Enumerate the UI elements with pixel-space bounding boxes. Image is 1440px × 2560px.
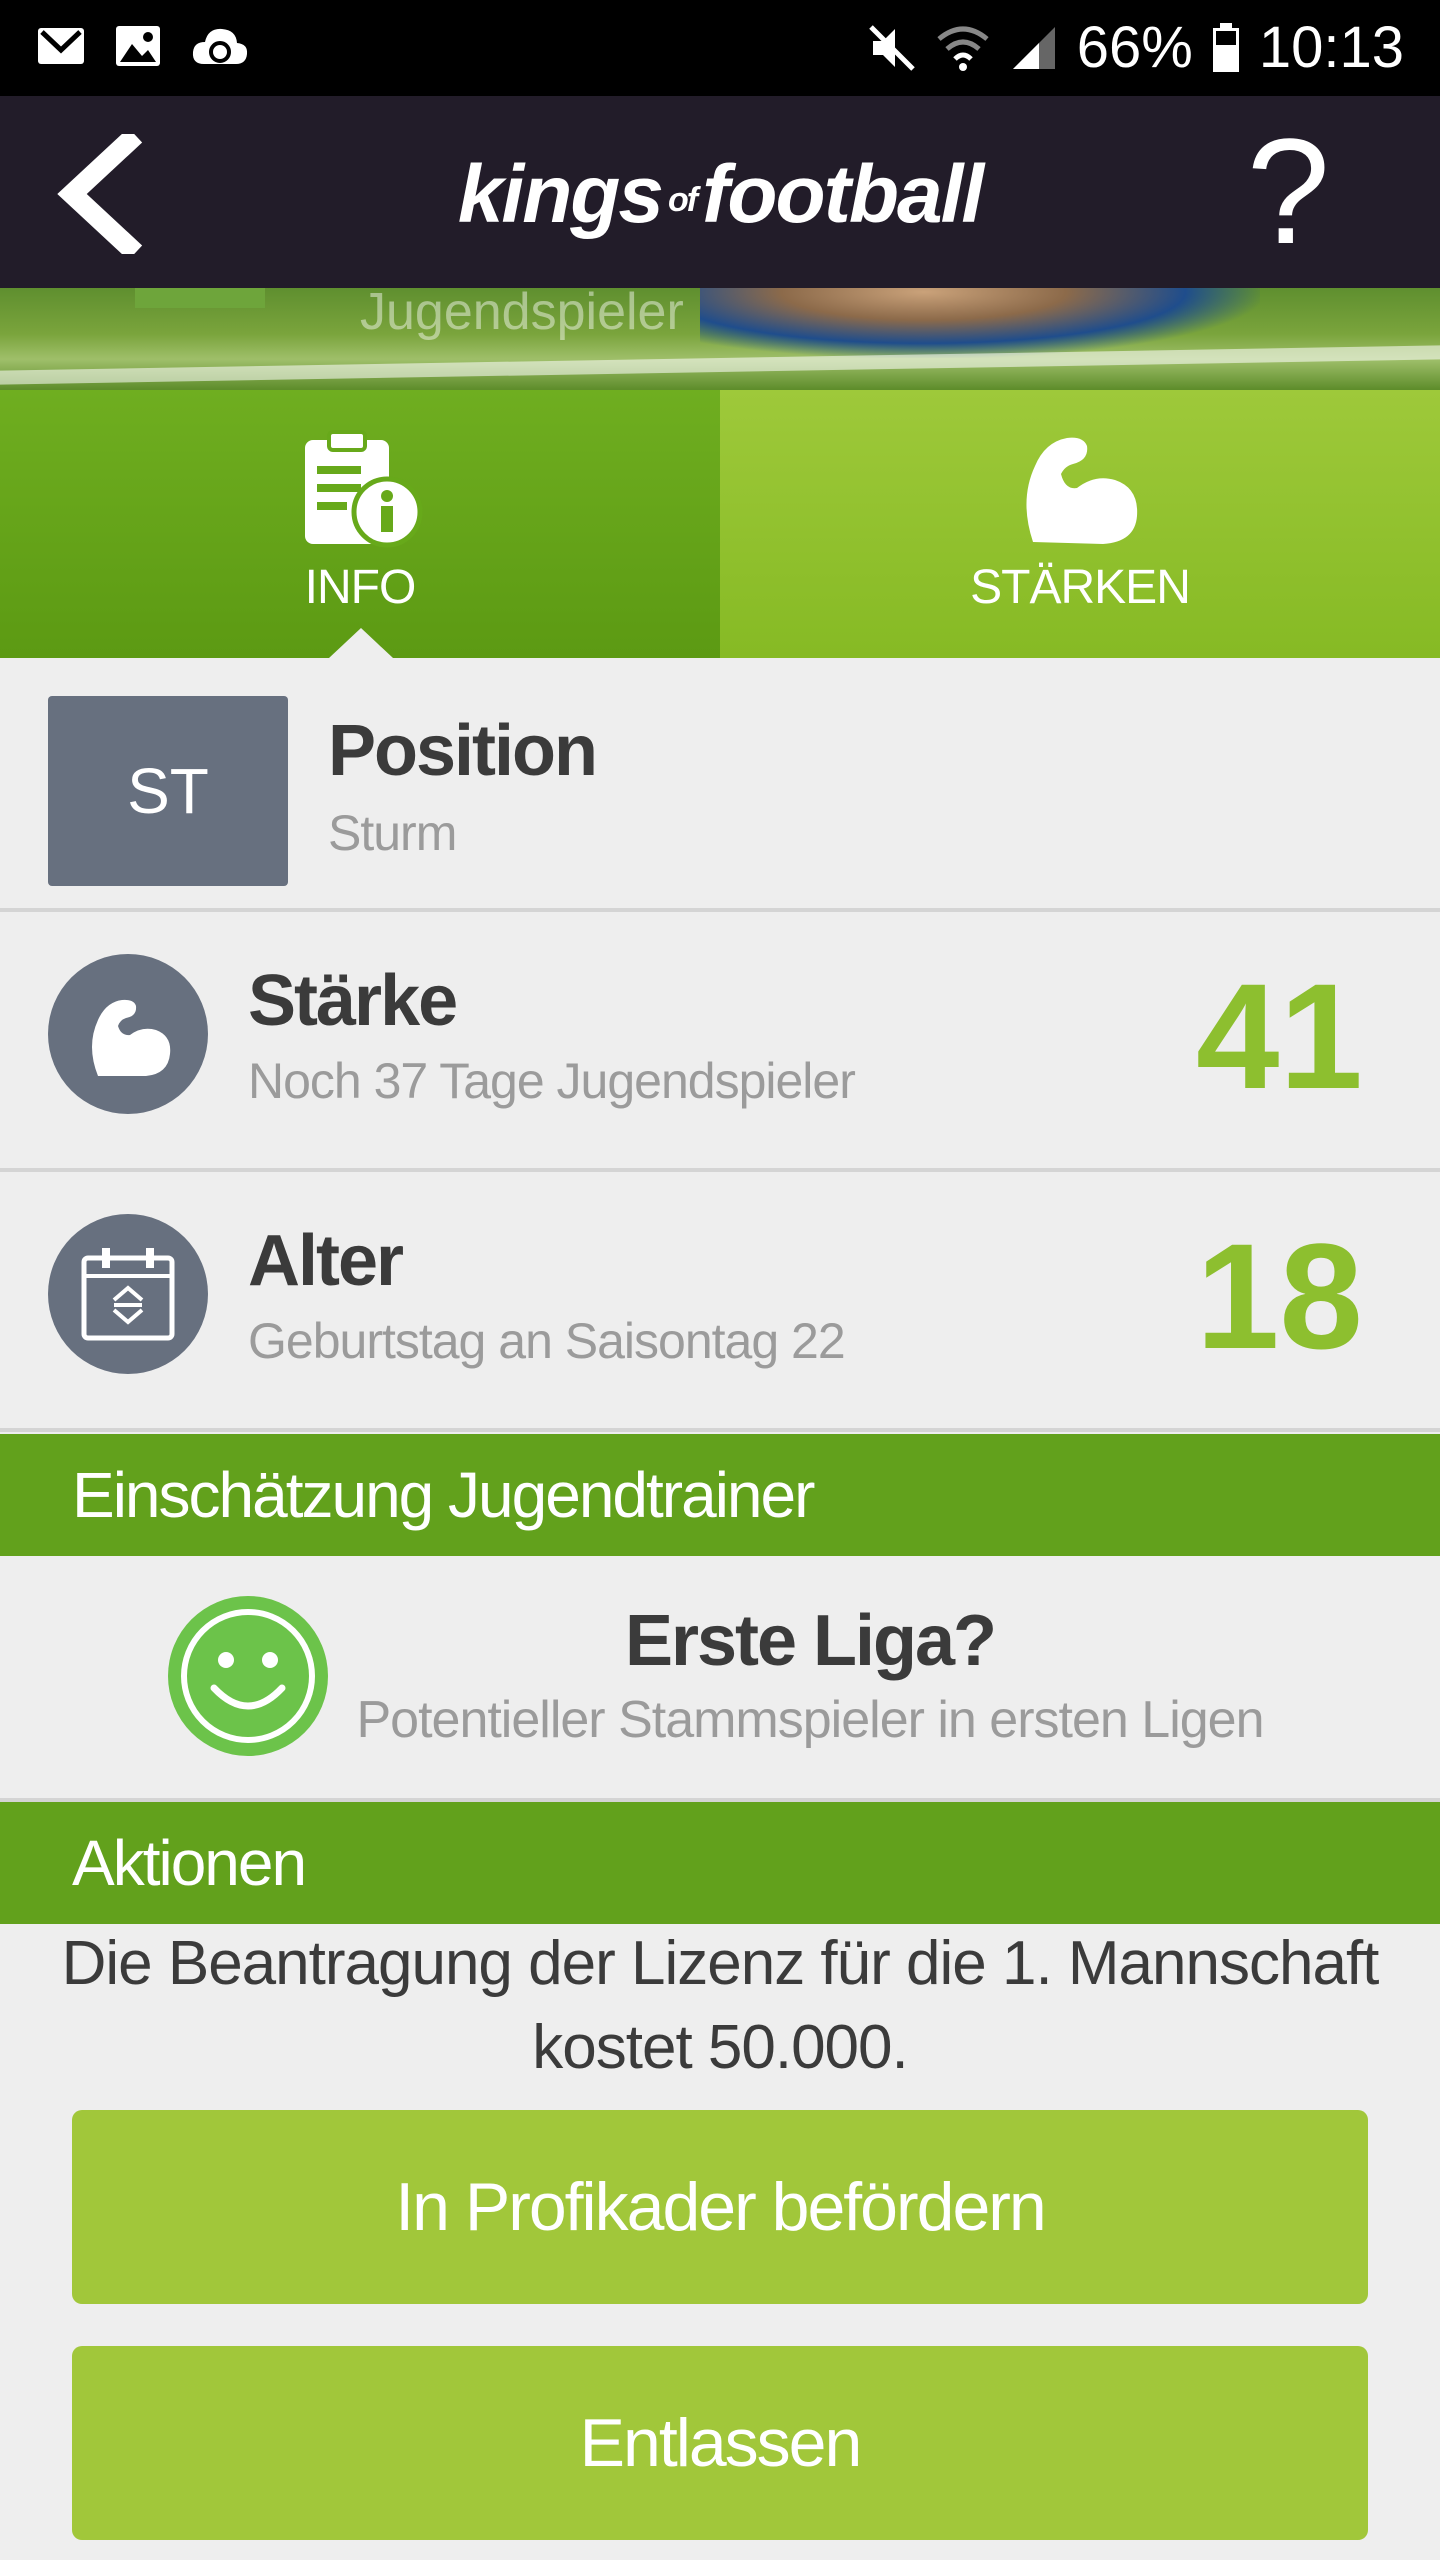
- tab-staerken[interactable]: STÄRKEN: [720, 390, 1440, 658]
- cloud-sync-icon: [192, 28, 248, 64]
- assessment-section-title: Einschätzung Jugendtrainer: [72, 1459, 815, 1531]
- age-icon-circle: [48, 1214, 208, 1374]
- position-title: Position: [328, 711, 598, 791]
- strength-value: 41: [1196, 952, 1363, 1120]
- wifi-icon: [937, 26, 989, 71]
- strength-subtitle: Noch 37 Tage Jugendspieler: [248, 1053, 856, 1109]
- banner-player-graphic: [700, 288, 1260, 358]
- license-cost-text: Die Beantragung der Lizenz für die 1. Ma…: [61, 1929, 1380, 2082]
- active-tab-indicator: [329, 628, 393, 658]
- dismiss-player-button[interactable]: Entlassen: [72, 2346, 1368, 2540]
- strength-title: Stärke: [248, 961, 458, 1041]
- player-banner-image: Jugendspieler: [0, 288, 1440, 390]
- logo-kings: kings: [457, 149, 664, 240]
- position-value: Sturm: [328, 805, 457, 861]
- banner-caption: Jugendspieler: [360, 288, 684, 341]
- actions-section-header: Aktionen: [0, 1802, 1440, 1924]
- battery-icon: [1212, 23, 1239, 72]
- tab-info-label: INFO: [304, 561, 417, 614]
- tab-info[interactable]: INFO: [0, 390, 720, 658]
- battery-percentage: 66%: [1076, 15, 1193, 80]
- assessment-subtitle: Potentieller Stammspieler in ersten Lige…: [356, 1691, 1264, 1749]
- tab-staerken-label: STÄRKEN: [970, 561, 1191, 614]
- app-logo: kings offootball: [0, 148, 1440, 242]
- age-value: 18: [1196, 1212, 1363, 1380]
- image-icon: [116, 26, 160, 66]
- promote-to-pro-squad-button[interactable]: In Profikader befördern: [72, 2110, 1368, 2304]
- help-button[interactable]: ?: [1247, 116, 1330, 266]
- divider: [0, 1428, 1440, 1432]
- divider: [0, 1168, 1440, 1172]
- actions-section-title: Aktionen: [72, 1827, 307, 1899]
- clock: 10:13: [1258, 15, 1404, 80]
- age-subtitle: Geburtstag an Saisontag 22: [248, 1313, 846, 1369]
- logo-football: football: [702, 149, 984, 240]
- position-badge: ST: [48, 696, 288, 886]
- signal-icon: [1012, 27, 1055, 69]
- bicep-icon: [92, 999, 171, 1076]
- banner-chip: [135, 288, 265, 308]
- mute-icon: [868, 25, 915, 71]
- strength-icon-circle: [48, 954, 208, 1114]
- tab-bar: INFO STÄRKEN: [0, 390, 1440, 658]
- divider: [0, 908, 1440, 912]
- age-title: Alter: [248, 1221, 404, 1301]
- info-clipboard-icon: [305, 430, 423, 548]
- mail-icon: [38, 28, 84, 64]
- assessment-section-header: Einschätzung Jugendtrainer: [0, 1434, 1440, 1556]
- calendar-icon: [81, 1248, 175, 1341]
- bicep-icon: [1026, 437, 1138, 544]
- logo-of: of: [668, 180, 698, 219]
- status-bar: 66% 10:13: [0, 0, 1440, 96]
- assessment-title: Erste Liga?: [624, 1601, 997, 1681]
- app-header: kings offootball ?: [0, 96, 1440, 288]
